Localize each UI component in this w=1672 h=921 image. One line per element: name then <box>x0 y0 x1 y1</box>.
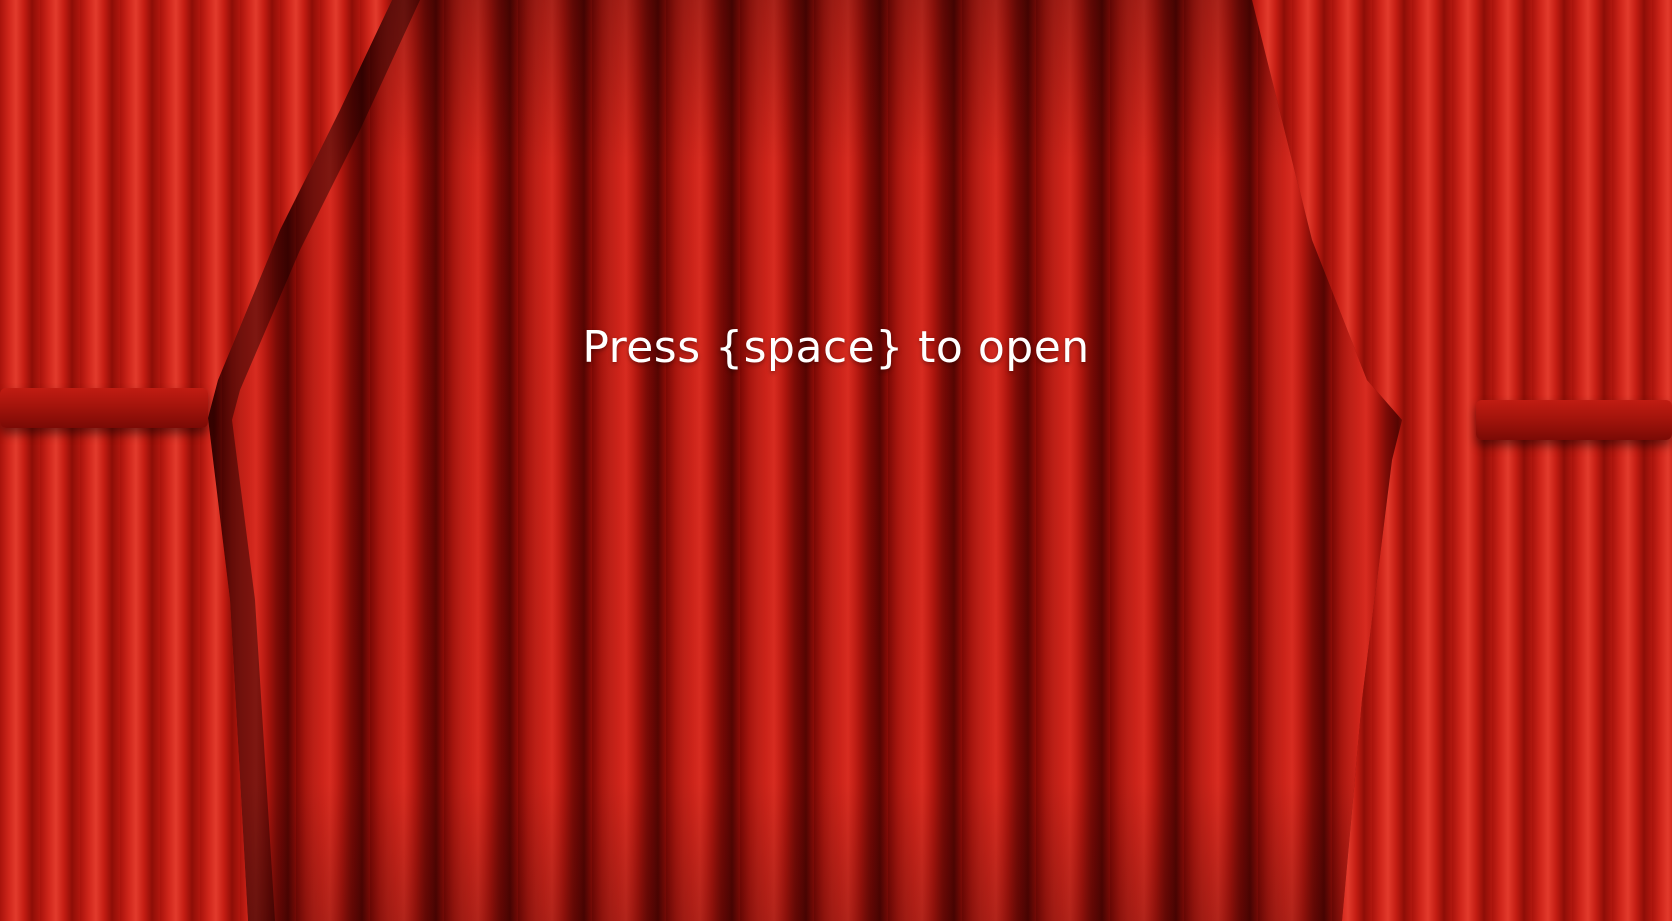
theater-stage[interactable]: Press {space} to open <box>0 0 1672 921</box>
left-tieback <box>0 388 208 428</box>
right-tieback <box>1476 400 1672 440</box>
open-prompt-text: Press {space} to open <box>582 322 1090 373</box>
